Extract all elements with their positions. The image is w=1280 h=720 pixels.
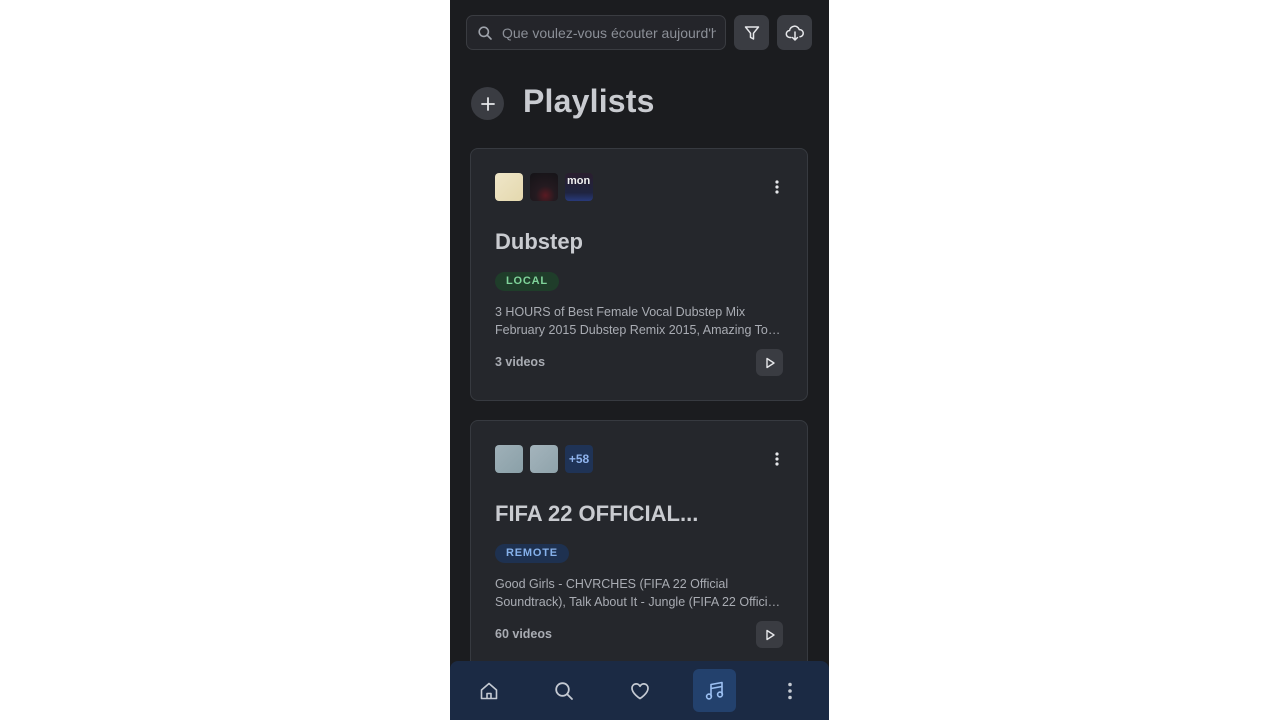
search-icon [478, 26, 492, 40]
nav-search[interactable] [542, 669, 585, 712]
playlist-card[interactable]: +58 FIFA 22 OFFICIAL... REMOTE Good Girl… [470, 420, 808, 680]
play-icon [765, 629, 775, 640]
playlist-menu-button[interactable] [767, 177, 787, 197]
search-input[interactable] [502, 16, 716, 49]
play-icon [765, 357, 775, 368]
nav-playlists[interactable] [693, 669, 736, 712]
home-icon [480, 682, 497, 699]
more-vertical-icon [775, 180, 779, 194]
play-button[interactable] [756, 621, 783, 648]
nav-more[interactable] [768, 669, 811, 712]
thumbnail-text: mon [567, 175, 591, 187]
status-badge: LOCAL [495, 272, 559, 291]
thumbnail [495, 445, 523, 473]
more-vertical-icon [787, 682, 792, 699]
search-icon [554, 681, 573, 700]
add-playlist-button[interactable] [471, 87, 504, 120]
filter-icon [744, 25, 759, 40]
nav-home[interactable] [467, 669, 510, 712]
page-title: Playlists [523, 83, 655, 119]
thumbnail [530, 445, 558, 473]
search-box[interactable] [466, 15, 726, 50]
more-count-label: +58 [565, 445, 593, 473]
thumbnail [495, 173, 523, 201]
more-vertical-icon [775, 452, 779, 466]
playlist-title: FIFA 22 OFFICIAL... [495, 501, 699, 526]
app-screen: Playlists mon Dubstep LOCAL 3 HOURS of B… [450, 0, 829, 720]
status-badge: REMOTE [495, 544, 569, 563]
filter-button[interactable] [734, 15, 769, 50]
music-icon [705, 681, 723, 700]
play-button[interactable] [756, 349, 783, 376]
thumbnail: mon [565, 173, 593, 201]
cloud-download-icon [785, 24, 804, 41]
nav-favorites[interactable] [618, 669, 661, 712]
plus-icon [480, 96, 495, 111]
thumbnail [530, 173, 558, 201]
heart-icon [630, 682, 649, 699]
playlist-title: Dubstep [495, 229, 583, 254]
top-bar [466, 15, 813, 52]
playlist-description: Good Girls - CHVRCHES (FIFA 22 Official … [495, 577, 778, 609]
page-heading: Playlists [471, 83, 811, 121]
playlist-menu-button[interactable] [767, 449, 787, 469]
video-count: 60 videos [495, 627, 552, 641]
video-count: 3 videos [495, 355, 546, 369]
playlist-description: 3 HOURS of Best Female Vocal Dubstep Mix… [495, 305, 775, 337]
bottom-navigation [450, 661, 829, 720]
cloud-download-button[interactable] [777, 15, 812, 50]
playlist-card[interactable]: mon Dubstep LOCAL 3 HOURS of Best Female… [470, 148, 808, 401]
more-thumbnails-count: +58 [565, 445, 593, 473]
